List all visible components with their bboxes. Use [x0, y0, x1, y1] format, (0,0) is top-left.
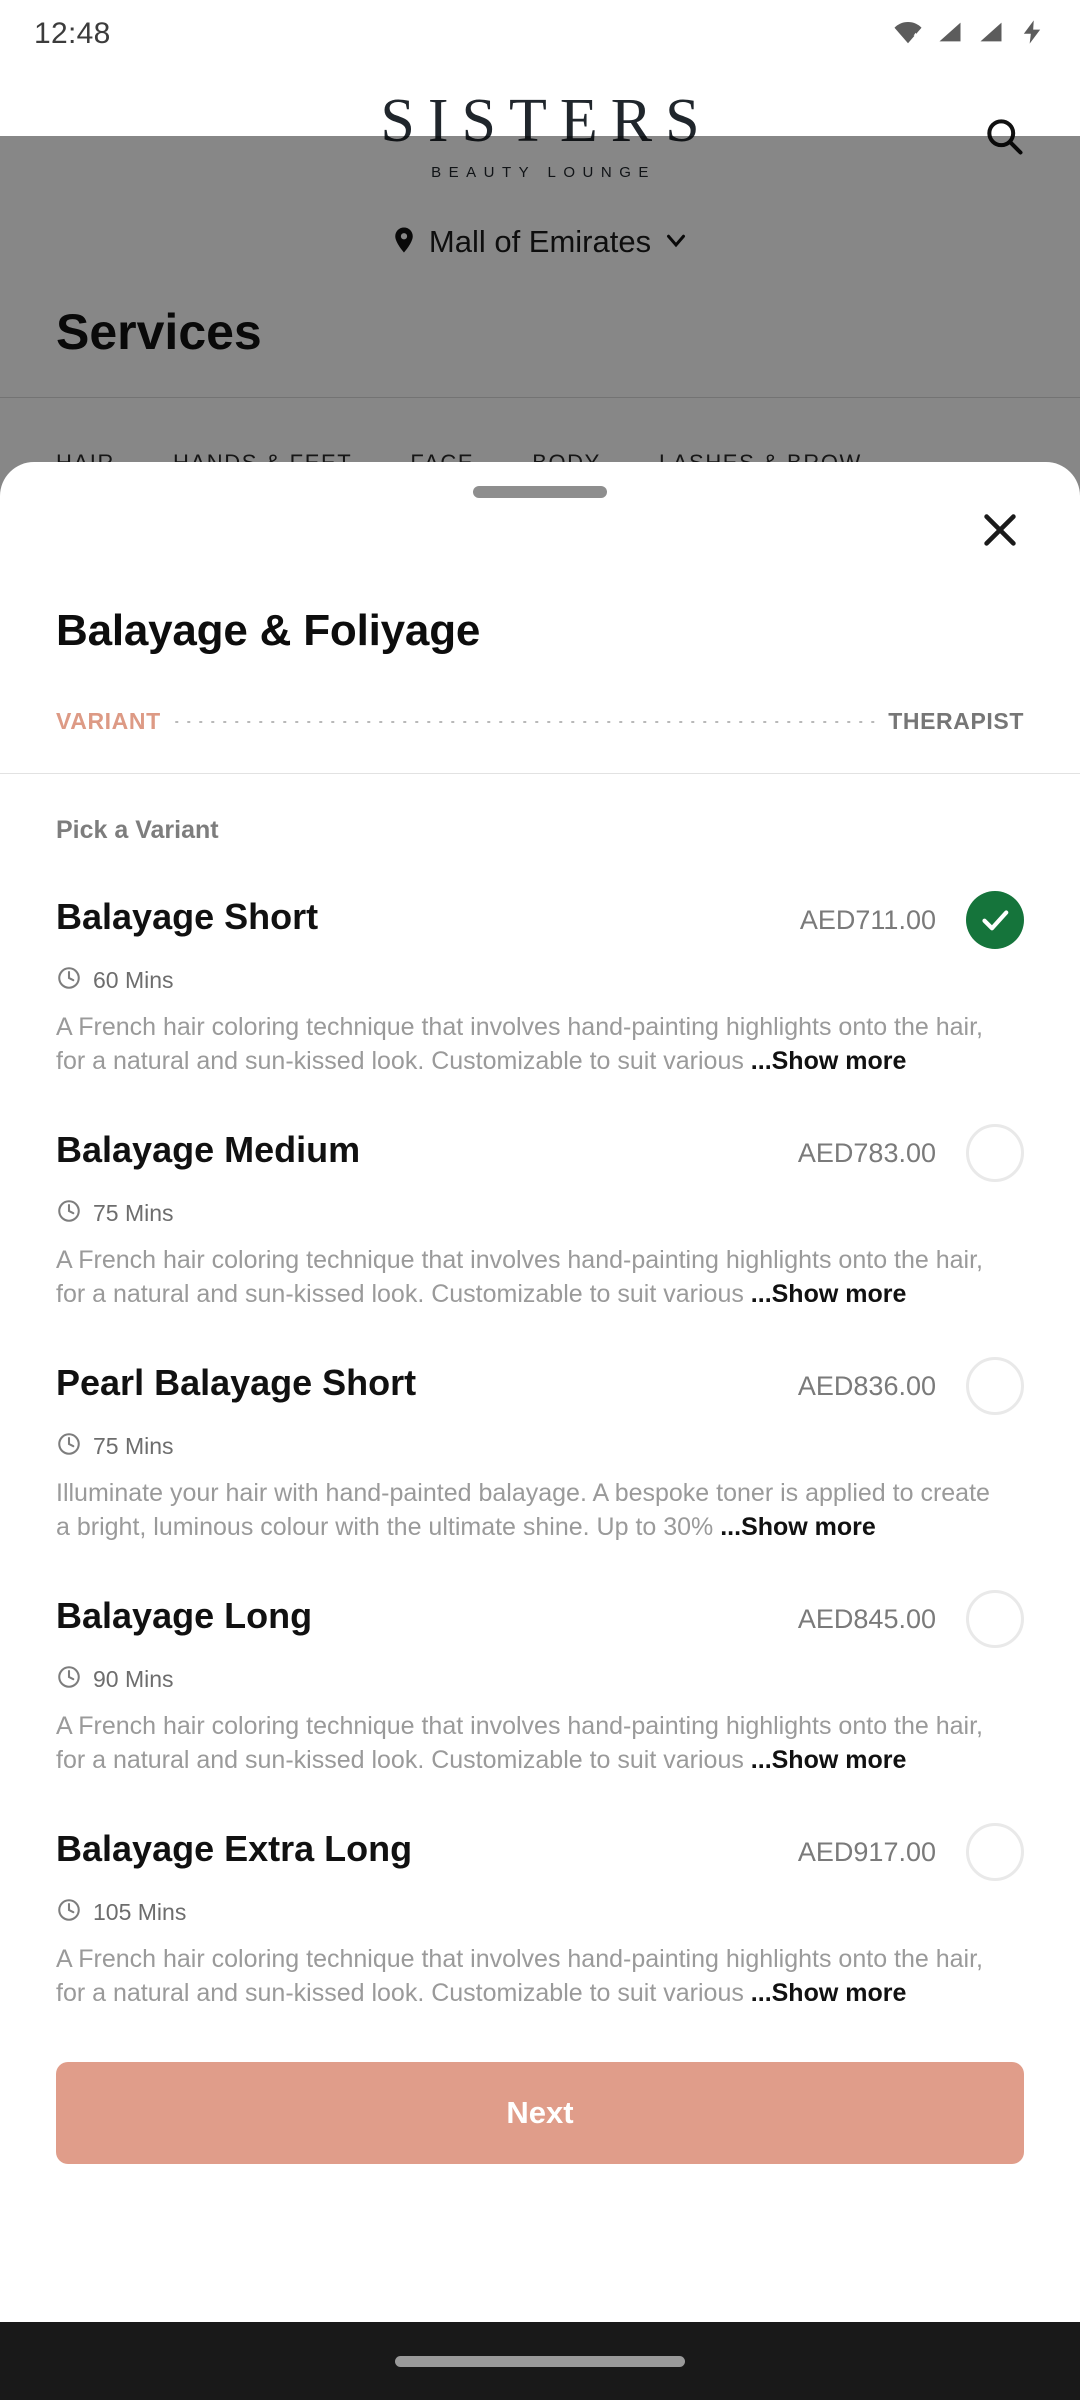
variant-duration: 75 Mins [56, 1431, 1024, 1462]
signal-icon [977, 18, 1005, 51]
variant-radio[interactable] [966, 1590, 1024, 1648]
variant-radio[interactable] [966, 1823, 1024, 1881]
status-time: 12:48 [34, 17, 111, 50]
clock-icon [56, 965, 82, 996]
variant-row[interactable]: Pearl Balayage Short AED836.00 75 Mins I… [0, 1311, 1080, 1544]
variant-radio[interactable] [966, 1124, 1024, 1182]
variant-duration: 105 Mins [56, 1897, 1024, 1928]
sheet-drag-handle[interactable] [473, 486, 607, 498]
clock-icon [56, 1431, 82, 1462]
variant-bottom-sheet: Balayage & Foliyage VARIANT THERAPIST Pi… [0, 462, 1080, 2400]
variant-radio-selected[interactable] [966, 891, 1024, 949]
progress-stepper: VARIANT THERAPIST [0, 656, 1080, 735]
variant-description: Illuminate your hair with hand-painted b… [56, 1476, 996, 1544]
variant-duration-text: 60 Mins [93, 967, 174, 993]
variant-description: A French hair coloring technique that in… [56, 1709, 996, 1777]
home-indicator[interactable] [395, 2355, 685, 2367]
variant-duration: 60 Mins [56, 965, 1024, 996]
variant-name: Balayage Long [56, 1595, 313, 1636]
variant-description: A French hair coloring technique that in… [56, 1942, 996, 2010]
variant-name: Balayage Extra Long [56, 1828, 413, 1869]
clock-icon [56, 1664, 82, 1695]
step-therapist-label: THERAPIST [888, 708, 1024, 734]
show-more-link[interactable]: ...Show more [720, 1513, 876, 1541]
clock-icon [56, 1897, 82, 1928]
android-nav-bar [0, 2322, 1080, 2400]
variant-name: Pearl Balayage Short [56, 1362, 417, 1403]
status-bar: 12:48 [0, 0, 1080, 68]
variant-duration: 75 Mins [56, 1198, 1024, 1229]
next-button-label: Next [506, 2095, 574, 2130]
show-more-link[interactable]: ...Show more [751, 1979, 907, 2007]
sheet-title: Balayage & Foliyage [56, 606, 481, 655]
charging-bolt-icon [1018, 18, 1046, 51]
variant-radio[interactable] [966, 1357, 1024, 1415]
variant-row[interactable]: Balayage Short AED711.00 60 Mins A Frenc… [0, 845, 1080, 1078]
signal-icon [936, 18, 964, 51]
variant-description: A French hair coloring technique that in… [56, 1243, 996, 1311]
variant-duration-text: 75 Mins [93, 1433, 174, 1459]
variant-description: A French hair coloring technique that in… [56, 1010, 996, 1078]
next-button-container: Next [0, 2010, 1080, 2164]
variant-row[interactable]: Balayage Medium AED783.00 75 Mins A Fren… [0, 1078, 1080, 1311]
variant-list: Pick a Variant Balayage Short AED711.00 … [0, 774, 1080, 2010]
show-more-link[interactable]: ...Show more [751, 1746, 907, 1774]
clock-icon [56, 1198, 82, 1229]
next-button[interactable]: Next [56, 2062, 1024, 2164]
variant-price: AED783.00 [797, 1138, 936, 1168]
variant-duration-text: 75 Mins [93, 1200, 174, 1226]
show-more-link[interactable]: ...Show more [751, 1280, 907, 1308]
variant-name: Balayage Medium [56, 1129, 361, 1170]
status-icon-group [893, 17, 1046, 52]
variant-price: AED711.00 [799, 905, 936, 935]
step-variant-label: VARIANT [56, 708, 161, 734]
variant-duration: 90 Mins [56, 1664, 1024, 1695]
phone-screen: 12:48 SISTERS BEAUTY LOUNGE Mall of Emir… [0, 0, 1080, 2400]
variant-price: AED836.00 [797, 1371, 936, 1401]
variant-row[interactable]: Balayage Extra Long AED917.00 105 Mins A… [0, 1777, 1080, 2010]
variant-price: AED845.00 [797, 1604, 936, 1634]
variant-name: Balayage Short [56, 896, 319, 937]
variant-price: AED917.00 [797, 1837, 936, 1867]
close-icon[interactable] [960, 490, 1040, 570]
variant-duration-text: 105 Mins [93, 1899, 187, 1925]
variant-row[interactable]: Balayage Long AED845.00 90 Mins A French… [0, 1544, 1080, 1777]
show-more-link[interactable]: ...Show more [751, 1047, 907, 1075]
variant-duration-text: 90 Mins [93, 1666, 174, 1692]
wifi-icon [893, 17, 923, 52]
stepper-dotted-line [170, 720, 879, 723]
pick-variant-label: Pick a Variant [56, 816, 219, 844]
